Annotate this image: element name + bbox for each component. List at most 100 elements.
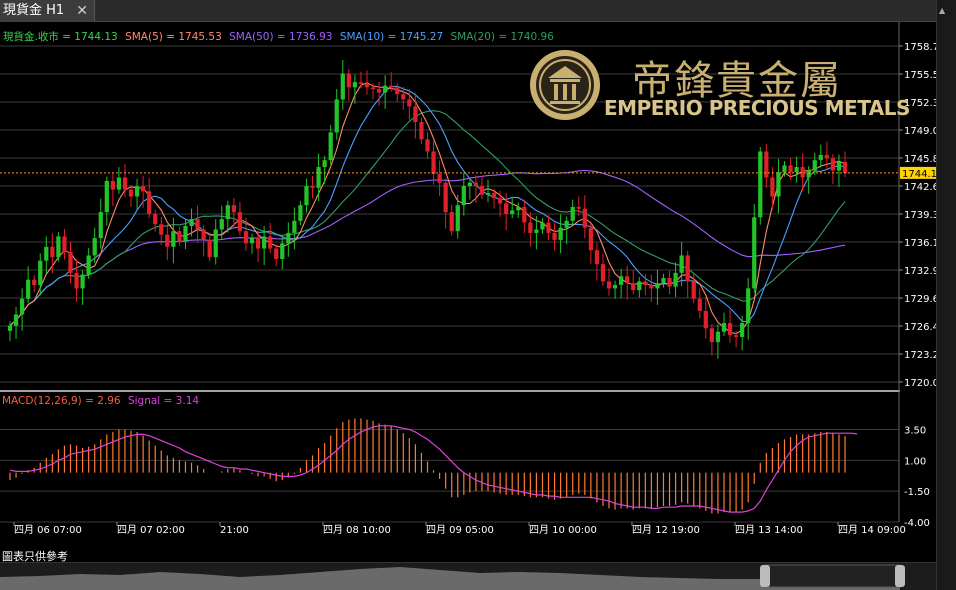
legend-close: 現貨金.收市 = 1744.13 xyxy=(3,30,118,43)
candle-body xyxy=(746,288,751,324)
candle-body xyxy=(110,180,115,190)
candle-body xyxy=(812,160,817,171)
candle-body xyxy=(673,272,678,287)
candle-body xyxy=(467,182,472,187)
candle-body xyxy=(201,229,206,240)
candle-body xyxy=(528,222,533,233)
price-tick-label: 1742.62 xyxy=(904,182,936,193)
candle-body xyxy=(19,298,25,315)
candle-body xyxy=(243,231,249,244)
candle-body xyxy=(128,189,134,197)
candle-body xyxy=(328,132,333,161)
candle-body xyxy=(606,281,612,289)
vertical-scrollbar[interactable] xyxy=(936,0,956,590)
close-icon[interactable]: ✕ xyxy=(76,0,88,22)
candle-body xyxy=(352,82,358,88)
candle-body xyxy=(824,154,829,159)
time-tick-label: 四月 12 19:00 xyxy=(632,524,700,536)
navigator-right-handle[interactable] xyxy=(895,565,905,587)
candle-body xyxy=(510,210,515,214)
candle-body xyxy=(207,239,212,258)
candle-body xyxy=(147,191,152,214)
candle-body xyxy=(685,255,690,282)
candle-body xyxy=(552,232,557,240)
candle-body xyxy=(449,212,454,232)
price-tick-label: 1729.69 xyxy=(904,294,936,305)
candle-body xyxy=(594,250,600,265)
candle-body xyxy=(310,186,315,188)
candle-body xyxy=(558,227,563,240)
candle-body xyxy=(44,246,49,261)
time-tick-label: 四月 09 05:00 xyxy=(426,524,494,536)
candle-body xyxy=(667,278,672,287)
candle-body xyxy=(443,182,448,213)
candle-body xyxy=(479,186,485,195)
candle-body xyxy=(86,255,91,275)
candle-body xyxy=(280,243,285,259)
candle-body xyxy=(419,122,424,140)
time-tick-label: 四月 07 02:00 xyxy=(117,524,185,536)
candle-body xyxy=(818,154,823,161)
candle-body xyxy=(364,83,370,88)
candle-body xyxy=(758,151,763,218)
candle-body xyxy=(268,236,273,249)
candle-body xyxy=(522,206,527,223)
candle-body xyxy=(631,283,636,291)
macd-tick-label: -4.00 xyxy=(904,518,930,529)
candle-body xyxy=(98,212,103,239)
time-tick-label: 四月 13 14:00 xyxy=(735,524,803,536)
macd-label: MACD(12,26,9) = 2.96 xyxy=(2,395,121,407)
candle-body xyxy=(491,193,497,199)
macd-legend: MACD(12,26,9) = 2.96 Signal = 3.14 xyxy=(2,395,199,407)
legend-sma5: SMA(5) = 1745.53 xyxy=(125,31,222,43)
candle-body xyxy=(576,206,581,209)
candle-body xyxy=(455,205,460,232)
scroll-up-icon[interactable]: ▲ xyxy=(939,6,945,15)
logo-emblem-icon xyxy=(530,50,600,120)
candle-body xyxy=(153,213,158,225)
candle-body xyxy=(564,220,569,228)
candle-body xyxy=(727,323,733,336)
candle-body xyxy=(570,206,575,221)
candle-body xyxy=(304,186,309,206)
candle-body xyxy=(237,212,243,232)
chart-navigator[interactable] xyxy=(0,562,936,590)
candle-body xyxy=(134,186,140,197)
time-tick-label: 四月 06 07:00 xyxy=(14,524,82,536)
price-tick-label: 1755.54 xyxy=(904,70,936,81)
candle-body xyxy=(715,331,721,343)
candle-body xyxy=(655,283,660,289)
candle-body xyxy=(376,89,382,93)
current-price-label: 1744.13 xyxy=(902,169,936,180)
candle-body xyxy=(497,198,503,204)
candle-body xyxy=(122,177,128,190)
tab-bar: 現貨金 H1 ✕ xyxy=(0,0,956,22)
price-tick-label: 1739.38 xyxy=(904,210,936,221)
candle-body xyxy=(546,222,551,233)
candle-body xyxy=(794,167,799,173)
candle-body xyxy=(407,99,412,107)
candle-body xyxy=(231,205,236,213)
candle-body xyxy=(116,177,122,190)
macd-signal-label: Signal = 3.14 xyxy=(128,395,199,407)
time-axis: 四月 06 07:00 四月 07 02:00 21:00 四月 08 10:00 四月… xyxy=(13,522,906,536)
candle-body xyxy=(709,328,715,343)
candle-body xyxy=(346,73,351,88)
candle-body xyxy=(183,226,188,242)
navigator-window[interactable] xyxy=(764,564,901,588)
candle-body xyxy=(842,161,848,173)
candle-body xyxy=(26,279,31,299)
candle-body xyxy=(298,205,303,221)
candle-body xyxy=(80,274,85,289)
candle-body xyxy=(262,236,267,249)
chart-tab[interactable]: 現貨金 H1 ✕ xyxy=(0,0,95,22)
navigator-left-handle[interactable] xyxy=(760,565,770,587)
candle-body xyxy=(625,276,630,284)
price-tick-label: 1749.08 xyxy=(904,126,936,137)
candle-body xyxy=(195,219,200,230)
candle-body xyxy=(752,217,757,289)
candle-body xyxy=(249,238,255,244)
candle-body xyxy=(637,281,642,291)
candle-body xyxy=(165,234,170,247)
logo-english-name: EMPERIO PRECIOUS METALS xyxy=(604,96,910,120)
